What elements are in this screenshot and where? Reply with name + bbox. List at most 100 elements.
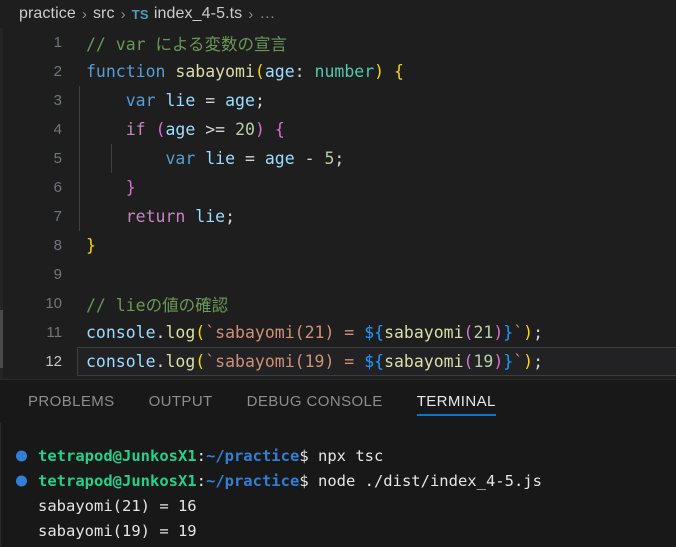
token-brace: } bbox=[86, 236, 96, 255]
tab-debug-console[interactable]: DEBUG CONSOLE bbox=[247, 380, 383, 423]
line-content[interactable]: // var による変数の宣言 bbox=[78, 28, 676, 57]
token-operator: = bbox=[244, 149, 255, 168]
line-number: 10 bbox=[45, 295, 62, 312]
token-type: number bbox=[314, 62, 375, 81]
prompt-path: ~/practice bbox=[205, 471, 300, 490]
line-content[interactable]: function sabayomi(age: number) { bbox=[78, 57, 676, 86]
terminal-command: npx tsc bbox=[308, 446, 384, 465]
code-line[interactable]: 1 // var による変数の宣言 bbox=[0, 28, 676, 57]
line-number: 1 bbox=[53, 34, 62, 51]
bottom-panel: PROBLEMS OUTPUT DEBUG CONSOLE TERMINAL t… bbox=[0, 379, 676, 547]
terminal-command: node ./dist/index_4-5.js bbox=[308, 471, 542, 490]
token-template-close: } bbox=[503, 352, 514, 371]
typescript-file-icon: TS bbox=[131, 6, 149, 22]
line-content[interactable]: var lie = age - 5; bbox=[78, 144, 676, 173]
tab-output[interactable]: OUTPUT bbox=[149, 380, 213, 423]
token-method: log bbox=[165, 323, 196, 342]
line-content[interactable]: var lie = age; bbox=[78, 86, 676, 115]
terminal-output-text: sabayomi(21) = 16 bbox=[38, 496, 197, 515]
breadcrumb-item-src[interactable]: src bbox=[93, 5, 115, 23]
token-function-call: sabayomi bbox=[384, 352, 464, 371]
code-line[interactable]: 7 return lie; bbox=[0, 202, 676, 231]
terminal-gutter-divider bbox=[0, 423, 1, 547]
tab-problems[interactable]: PROBLEMS bbox=[28, 380, 115, 423]
code-line[interactable]: 2 function sabayomi(age: number) { bbox=[0, 57, 676, 86]
indent-guide bbox=[79, 115, 80, 144]
breadcrumb: practice › src › TS index_4-5.ts › … bbox=[0, 0, 676, 28]
token-keyword: if bbox=[125, 120, 146, 139]
token-brace: { bbox=[394, 62, 404, 81]
code-line-active[interactable]: 12 console. log(`sabayomi(19) = ${sabayom… bbox=[0, 347, 676, 376]
token-paren: ( bbox=[195, 323, 206, 342]
token-semicolon: ; bbox=[533, 323, 544, 342]
indent-guide bbox=[79, 86, 80, 115]
line-number: 8 bbox=[53, 237, 62, 254]
vscode-window: practice › src › TS index_4-5.ts › … 1 /… bbox=[0, 0, 676, 547]
line-number: 12 bbox=[45, 353, 62, 370]
token-colon: : bbox=[294, 62, 315, 81]
token-paren: ) bbox=[523, 323, 534, 342]
code-lines: 1 // var による変数の宣言 2 function sabayomi(ag… bbox=[0, 28, 676, 379]
line-number: 4 bbox=[53, 121, 62, 138]
command-success-icon bbox=[16, 450, 27, 461]
breadcrumb-item-practice[interactable]: practice bbox=[19, 5, 76, 23]
token-brace: } bbox=[125, 178, 136, 197]
terminal-output-text: sabayomi(19) = 19 bbox=[38, 521, 197, 540]
line-content[interactable]: console. log(`sabayomi(21) = ${sabayomi(2… bbox=[78, 318, 676, 347]
token-object: console bbox=[86, 323, 156, 342]
code-line[interactable]: 10 // lieの値の確認 bbox=[0, 289, 676, 318]
token-template-string: ` bbox=[513, 352, 524, 371]
chevron-right-icon: › bbox=[248, 5, 254, 23]
prompt-colon: : bbox=[196, 471, 206, 490]
token-keyword: function bbox=[86, 62, 166, 81]
prompt-user: tetrapod@JunkosX1 bbox=[38, 446, 197, 465]
token-operator: = bbox=[205, 91, 216, 110]
token-semicolon: ; bbox=[533, 352, 544, 371]
code-line[interactable]: 3 var lie = age; bbox=[0, 86, 676, 115]
line-number: 7 bbox=[53, 208, 62, 225]
breadcrumb-overflow[interactable]: … bbox=[259, 5, 275, 23]
token-number: 20 bbox=[235, 120, 255, 139]
code-line[interactable]: 8 } bbox=[0, 231, 676, 260]
token-brace: { bbox=[274, 120, 285, 139]
code-line[interactable]: 6 } bbox=[0, 173, 676, 202]
token-paren: ( bbox=[155, 120, 166, 139]
terminal-output[interactable]: tetrapod@JunkosX1: ~/practice $ npx tsc te… bbox=[0, 423, 676, 547]
command-success-icon bbox=[16, 475, 27, 486]
prompt-dollar: $ bbox=[299, 446, 309, 465]
code-line[interactable]: 5 var lie = age - 5; bbox=[0, 144, 676, 173]
code-line[interactable]: 11 console. log(`sabayomi(21) = ${sabayom… bbox=[0, 318, 676, 347]
token-variable: age bbox=[165, 120, 196, 139]
token-keyword: return bbox=[125, 207, 186, 226]
line-content[interactable]: } bbox=[78, 231, 676, 260]
token-object: console bbox=[86, 352, 156, 371]
token-template-string: `sabayomi(19) = bbox=[205, 352, 365, 371]
terminal-command-line: tetrapod@JunkosX1: ~/practice $ node ./dis… bbox=[8, 468, 676, 493]
terminal-output-line: sabayomi(21) = 16 bbox=[8, 493, 676, 518]
code-line[interactable]: 4 if (age >= 20) { bbox=[0, 115, 676, 144]
token-semicolon: ; bbox=[254, 91, 265, 110]
line-content[interactable]: console. log(`sabayomi(19) = ${sabayomi(1… bbox=[77, 347, 676, 376]
token-template-close: } bbox=[503, 323, 514, 342]
line-content[interactable]: } bbox=[78, 173, 676, 202]
token-comment: // var による変数の宣言 bbox=[86, 34, 288, 54]
line-content[interactable]: if (age >= 20) { bbox=[78, 115, 676, 144]
indent-guide bbox=[79, 144, 80, 173]
tab-terminal[interactable]: TERMINAL bbox=[416, 380, 496, 423]
line-content[interactable]: return lie; bbox=[78, 202, 676, 231]
token-variable: age bbox=[225, 91, 255, 110]
token-variable: age bbox=[264, 149, 295, 168]
token-paren: ( bbox=[463, 352, 474, 371]
token-paren: ) bbox=[254, 120, 265, 139]
token-variable: lie bbox=[195, 207, 226, 226]
code-line[interactable]: 9 bbox=[0, 260, 676, 289]
token-paren: ( bbox=[463, 323, 474, 342]
prompt-dollar: $ bbox=[299, 471, 309, 490]
line-content[interactable] bbox=[78, 260, 676, 289]
token-paren: ) bbox=[493, 323, 504, 342]
code-editor[interactable]: 1 // var による変数の宣言 2 function sabayomi(ag… bbox=[0, 28, 676, 379]
line-content[interactable]: // lieの値の確認 bbox=[78, 289, 676, 318]
breadcrumb-item-file[interactable]: index_4-5.ts bbox=[154, 5, 242, 23]
